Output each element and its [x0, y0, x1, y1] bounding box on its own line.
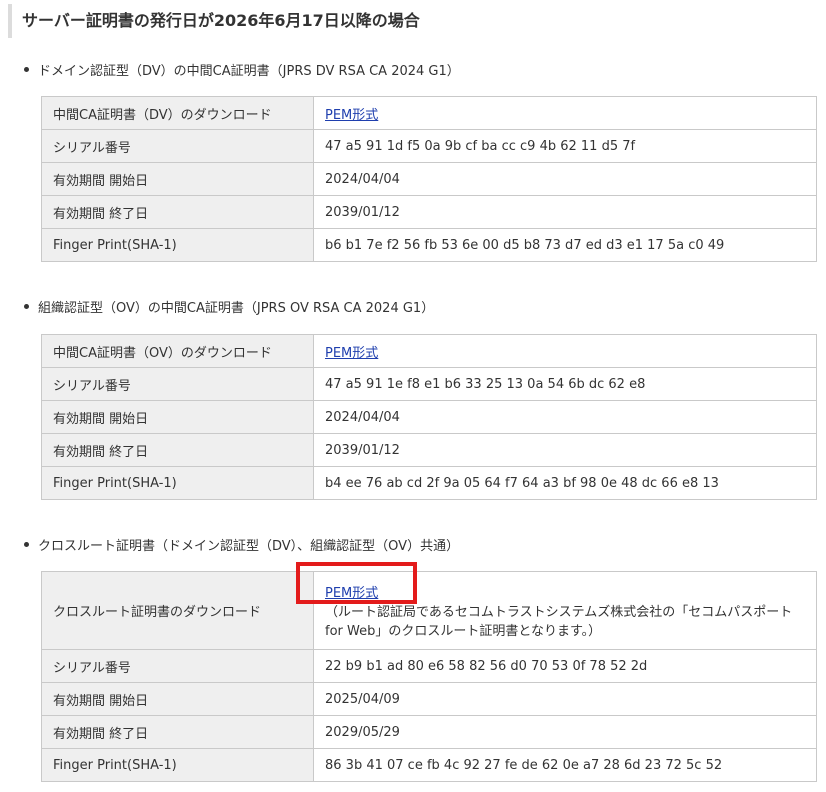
section-title-cross-root: クロスルート証明書（ドメイン認証型（DV）、組織認証型（OV）共通） [24, 535, 459, 554]
row-key: 有効期間 終了日 [41, 433, 314, 467]
row-key: Finger Print(SHA-1) [41, 748, 314, 782]
pem-download-link-dv[interactable]: PEM形式 [325, 108, 378, 123]
bullet-dot [24, 67, 29, 72]
table-row: 中間CA証明書（DV）のダウンロード PEM形式 [41, 96, 817, 130]
ov-intermediate-table: 中間CA証明書（OV）のダウンロード PEM形式 シリアル番号 47 a5 91… [41, 334, 817, 500]
table-row: シリアル番号 47 a5 91 1d f5 0a 9b cf ba cc c9 … [41, 129, 817, 163]
fingerprint-value: b6 b1 7e f2 56 fb 53 6e 00 d5 b8 73 d7 e… [313, 228, 817, 262]
row-key: 中間CA証明書（DV）のダウンロード [41, 96, 314, 130]
row-key: 中間CA証明書（OV）のダウンロード [41, 334, 314, 368]
valid-from-value: 2024/04/04 [313, 162, 817, 196]
row-value: PEM形式 [313, 334, 817, 368]
fingerprint-value: b4 ee 76 ab cd 2f 9a 05 64 f7 64 a3 bf 9… [313, 466, 817, 500]
bullet-dot [24, 542, 29, 547]
row-key: 有効期間 開始日 [41, 682, 314, 716]
section-title-ov: 組織認証型（OV）の中間CA証明書（JPRS OV RSA CA 2024 G1… [24, 297, 434, 316]
table-row: 有効期間 開始日 2025/04/09 [41, 682, 817, 716]
valid-to-value: 2029/05/29 [313, 715, 817, 749]
row-value: PEM形式 [313, 96, 817, 130]
table-row: 有効期間 開始日 2024/04/04 [41, 400, 817, 434]
valid-from-value: 2025/04/09 [313, 682, 817, 716]
section-title-text: ドメイン認証型（DV）の中間CA証明書（JPRS DV RSA CA 2024 … [38, 64, 460, 79]
table-row: Finger Print(SHA-1) b6 b1 7e f2 56 fb 53… [41, 228, 817, 262]
row-key: シリアル番号 [41, 129, 314, 163]
fingerprint-value: 86 3b 41 07 ce fb 4c 92 27 fe de 62 0e a… [313, 748, 817, 782]
table-row: クロスルート証明書のダウンロード PEM形式 （ルート認証局であるセコムトラスト… [41, 571, 817, 650]
table-row: 有効期間 開始日 2024/04/04 [41, 162, 817, 196]
row-key: シリアル番号 [41, 367, 314, 401]
page-heading: サーバー証明書の発行日が2026年6月17日以降の場合 [8, 4, 818, 38]
serial-number-value: 22 b9 b1 ad 80 e6 58 82 56 d0 70 53 0f 7… [313, 649, 817, 683]
serial-number-value: 47 a5 91 1e f8 e1 b6 33 25 13 0a 54 6b d… [313, 367, 817, 401]
dv-intermediate-table: 中間CA証明書（DV）のダウンロード PEM形式 シリアル番号 47 a5 91… [41, 96, 817, 262]
table-row: 有効期間 終了日 2039/01/12 [41, 195, 817, 229]
cross-root-note: （ルート認証局であるセコムトラストシステムズ株式会社の「セコムパスポート for… [325, 604, 793, 639]
row-key: Finger Print(SHA-1) [41, 466, 314, 500]
row-key: Finger Print(SHA-1) [41, 228, 314, 262]
row-key: 有効期間 終了日 [41, 715, 314, 749]
bullet-dot [24, 304, 29, 309]
row-key: 有効期間 終了日 [41, 195, 314, 229]
valid-to-value: 2039/01/12 [313, 433, 817, 467]
table-row: 有効期間 終了日 2029/05/29 [41, 715, 817, 749]
table-row: 中間CA証明書（OV）のダウンロード PEM形式 [41, 334, 817, 368]
table-row: シリアル番号 22 b9 b1 ad 80 e6 58 82 56 d0 70 … [41, 649, 817, 683]
pem-download-link-ov[interactable]: PEM形式 [325, 346, 378, 361]
section-title-text: 組織認証型（OV）の中間CA証明書（JPRS OV RSA CA 2024 G1… [38, 301, 435, 316]
cross-root-table: クロスルート証明書のダウンロード PEM形式 （ルート認証局であるセコムトラスト… [41, 571, 817, 782]
valid-to-value: 2039/01/12 [313, 195, 817, 229]
table-row: 有効期間 終了日 2039/01/12 [41, 433, 817, 467]
valid-from-value: 2024/04/04 [313, 400, 817, 434]
serial-number-value: 47 a5 91 1d f5 0a 9b cf ba cc c9 4b 62 1… [313, 129, 817, 163]
row-key: シリアル番号 [41, 649, 314, 683]
row-key: 有効期間 開始日 [41, 162, 314, 196]
row-key: クロスルート証明書のダウンロード [41, 571, 314, 650]
table-row: シリアル番号 47 a5 91 1e f8 e1 b6 33 25 13 0a … [41, 367, 817, 401]
section-title-dv: ドメイン認証型（DV）の中間CA証明書（JPRS DV RSA CA 2024 … [24, 60, 460, 79]
pem-download-link-cross-root[interactable]: PEM形式 [325, 586, 378, 601]
row-value: PEM形式 （ルート認証局であるセコムトラストシステムズ株式会社の「セコムパスポ… [313, 571, 817, 650]
section-title-text: クロスルート証明書（ドメイン認証型（DV）、組織認証型（OV）共通） [38, 539, 460, 554]
table-row: Finger Print(SHA-1) b4 ee 76 ab cd 2f 9a… [41, 466, 817, 500]
row-key: 有効期間 開始日 [41, 400, 314, 434]
table-row: Finger Print(SHA-1) 86 3b 41 07 ce fb 4c… [41, 748, 817, 782]
